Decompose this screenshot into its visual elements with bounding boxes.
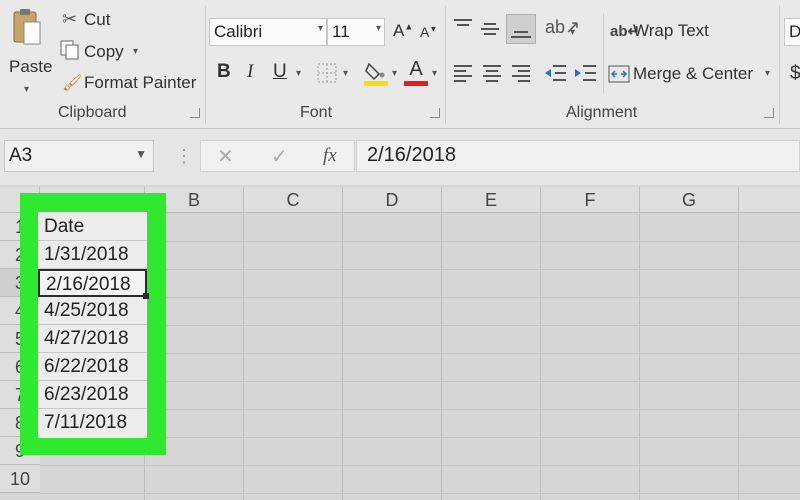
font-color-swatch — [404, 81, 428, 86]
italic-button[interactable]: I — [247, 61, 253, 83]
insert-function-icon[interactable]: fx — [323, 145, 337, 167]
format-painter-button[interactable]: Format Painter — [84, 73, 196, 93]
enter-icon[interactable]: ✓ — [271, 144, 288, 169]
increase-indent-icon[interactable] — [573, 64, 597, 87]
chevron-down-icon[interactable]: ▼ — [135, 147, 147, 161]
formula-input[interactable]: 2/16/2018 — [356, 140, 800, 172]
middle-align-icon[interactable] — [480, 18, 500, 45]
gridline — [243, 213, 244, 500]
borders-icon[interactable] — [317, 63, 337, 88]
bottom-align-button[interactable] — [506, 14, 536, 44]
column-header-d[interactable]: D — [343, 187, 442, 213]
paste-dropdown-icon[interactable]: ▾ — [24, 84, 29, 95]
font-color-button[interactable]: A — [404, 58, 428, 86]
formula-buttons: ✕ ✓ fx — [200, 140, 355, 172]
font-color-dropdown-icon[interactable]: ▾ — [432, 68, 437, 79]
font-name-value: Calibri — [214, 22, 263, 41]
bottom-align-icon — [511, 31, 531, 38]
grow-font-icon: A — [393, 21, 405, 40]
underline-dropdown-icon[interactable]: ▾ — [296, 68, 301, 79]
borders-dropdown-icon[interactable]: ▾ — [343, 68, 348, 79]
copy-icon — [60, 40, 80, 65]
gridline — [738, 213, 739, 500]
more-options-icon[interactable]: ⋮ — [175, 146, 193, 167]
cell-a3-selected[interactable]: 2/16/2018 — [38, 269, 147, 297]
copy-dropdown-icon[interactable]: ▾ — [133, 46, 138, 57]
separator — [205, 6, 206, 124]
number-format-value: D — [789, 22, 800, 41]
clipboard-launcher-icon[interactable] — [190, 108, 200, 118]
number-format-select[interactable]: D — [784, 18, 800, 46]
format-painter-icon: 🖌 — [62, 75, 83, 92]
fill-color-icon[interactable] — [364, 60, 388, 91]
cell-a6[interactable]: 6/22/2018 — [38, 353, 147, 381]
column-header-h[interactable] — [739, 187, 800, 213]
column-header-c[interactable]: C — [244, 187, 343, 213]
name-box[interactable]: A3 ▼ — [4, 140, 154, 172]
align-center-icon[interactable] — [482, 64, 502, 87]
align-right-icon[interactable] — [511, 64, 531, 87]
grow-font-button[interactable]: A▲ — [393, 21, 413, 41]
separator — [779, 6, 780, 124]
row-header-10[interactable]: 10 — [0, 465, 40, 493]
underline-button[interactable]: U — [273, 61, 287, 83]
cell-a7[interactable]: 6/23/2018 — [38, 381, 147, 409]
gridline — [639, 213, 640, 500]
chevron-down-icon: ▾ — [317, 23, 323, 34]
separator — [445, 6, 446, 124]
font-color-icon: A — [409, 58, 423, 80]
merge-center-button[interactable]: Merge & Center — [633, 64, 753, 84]
font-size-select[interactable]: 11 ▾ — [327, 18, 385, 46]
column-header-e[interactable]: E — [442, 187, 541, 213]
ribbon: Paste ▾ ✂ Cut Copy ▾ 🖌 Format Painter Cl… — [0, 0, 800, 129]
cut-button[interactable]: Cut — [84, 10, 110, 30]
font-launcher-icon[interactable] — [430, 108, 440, 118]
cell-a2[interactable]: 1/31/2018 — [38, 241, 147, 269]
wrap-text-button[interactable]: Wrap Text — [633, 21, 709, 41]
cell-a1[interactable]: Date — [38, 213, 147, 241]
gridline — [540, 213, 541, 500]
separator — [603, 14, 604, 94]
scissors-icon: ✂ — [62, 9, 78, 29]
decrease-indent-icon[interactable] — [543, 64, 567, 87]
column-header-g[interactable]: G — [640, 187, 739, 213]
align-left-icon[interactable] — [453, 64, 473, 87]
merge-center-icon — [608, 65, 630, 88]
gridline — [441, 213, 442, 500]
name-box-value: A3 — [9, 145, 33, 166]
shrink-font-button[interactable]: A▼ — [420, 24, 437, 40]
merge-center-dropdown-icon[interactable]: ▾ — [765, 68, 770, 79]
font-group-label: Font — [300, 104, 333, 121]
fill-color-dropdown-icon[interactable]: ▾ — [392, 68, 397, 79]
top-align-icon[interactable] — [453, 18, 473, 41]
column-header-f[interactable]: F — [541, 187, 640, 213]
copy-button[interactable]: Copy — [84, 42, 124, 62]
cancel-icon[interactable]: ✕ — [217, 144, 234, 169]
paste-button[interactable]: Paste — [9, 57, 52, 77]
gridline — [342, 213, 343, 500]
gridline — [40, 465, 800, 466]
alignment-group-label: Alignment — [566, 104, 638, 121]
gridline — [40, 493, 800, 494]
cell-a8[interactable]: 7/11/2018 — [38, 409, 147, 437]
cell-a5[interactable]: 4/27/2018 — [38, 325, 147, 353]
clipboard-group-label: Clipboard — [58, 104, 127, 121]
orientation-dropdown-icon[interactable]: ▾ — [570, 27, 575, 38]
chevron-down-icon: ▾ — [375, 23, 381, 34]
alignment-launcher-icon[interactable] — [764, 108, 774, 118]
currency-button[interactable]: $ — [790, 63, 800, 85]
shrink-font-icon: A — [420, 24, 430, 40]
cell-a4[interactable]: 4/25/2018 — [38, 297, 147, 325]
bold-button[interactable]: B — [217, 61, 231, 83]
font-name-select[interactable]: Calibri ▾ — [209, 18, 327, 46]
font-size-value: 11 — [332, 22, 350, 41]
paste-icon[interactable] — [12, 8, 42, 48]
